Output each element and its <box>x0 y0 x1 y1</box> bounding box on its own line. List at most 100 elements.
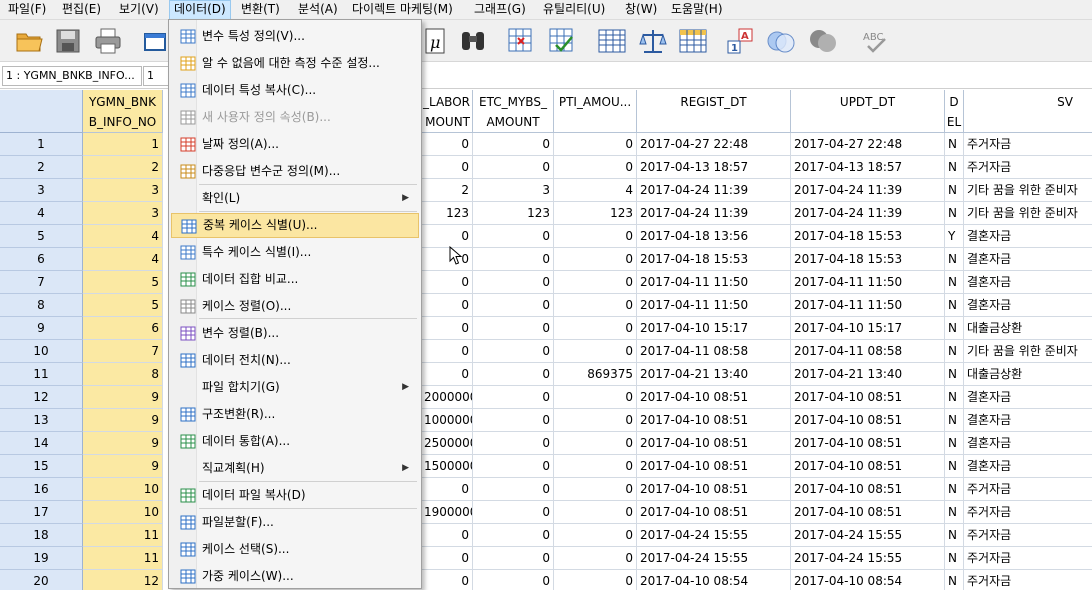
cell-del[interactable]: N <box>945 179 964 202</box>
cell-labor-amount[interactable]: 0 <box>421 294 473 317</box>
menu-item-14[interactable]: 파일 합치기(G) ▶ <box>171 375 419 400</box>
cell-updt-dt[interactable]: 2017-04-27 22:48 <box>791 133 945 156</box>
cell-labor-amount[interactable]: 2500000 <box>421 432 473 455</box>
cell-updt-dt[interactable]: 2017-04-10 08:51 <box>791 386 945 409</box>
cell-del[interactable]: Y <box>945 225 964 248</box>
cell-updt-dt[interactable]: 2017-04-24 11:39 <box>791 179 945 202</box>
cell-sv[interactable]: 대출금상환 <box>964 363 1092 386</box>
cell-regist-dt[interactable]: 2017-04-18 15:53 <box>637 248 791 271</box>
cell-sv[interactable]: 주거자금 <box>964 547 1092 570</box>
menu-item-6[interactable]: 다중응답 변수군 정의(M)... <box>171 159 419 184</box>
cell-etc-mybs-amount[interactable]: 0 <box>473 455 554 478</box>
cell-etc-mybs-amount[interactable]: 0 <box>473 386 554 409</box>
menu-item-17[interactable]: 직교계획(H) ▶ <box>171 456 419 481</box>
row-number[interactable]: 15 <box>0 455 83 478</box>
cell-regist-dt[interactable]: 2017-04-13 18:57 <box>637 156 791 179</box>
cell-ygmn-bnkb-info-no[interactable]: 9 <box>83 432 163 455</box>
cell-ygmn-bnkb-info-no[interactable]: 10 <box>83 501 163 524</box>
cell-del[interactable]: N <box>945 524 964 547</box>
cell-pti-amount[interactable]: 4 <box>554 179 637 202</box>
cell-regist-dt[interactable]: 2017-04-24 15:55 <box>637 524 791 547</box>
cell-ygmn-bnkb-info-no[interactable]: 11 <box>83 547 163 570</box>
cell-pti-amount[interactable]: 0 <box>554 547 637 570</box>
cell-labor-amount[interactable]: 0 <box>421 156 473 179</box>
column-header-del[interactable]: D EL <box>945 90 964 133</box>
menu-item-5[interactable]: 날짜 정의(A)... <box>171 132 419 157</box>
cell-updt-dt[interactable]: 2017-04-13 18:57 <box>791 156 945 179</box>
cell-labor-amount[interactable]: 1000000 <box>421 409 473 432</box>
menu-help[interactable]: 도움말(H) <box>667 0 727 20</box>
cell-ygmn-bnkb-info-no[interactable]: 5 <box>83 294 163 317</box>
column-header-pti-amount[interactable]: PTI_AMOU... <box>554 90 637 133</box>
menu-item-21[interactable]: 가중 케이스(W)... <box>171 564 419 589</box>
menu-item-3[interactable]: 데이터 특성 복사(C)... <box>171 78 419 103</box>
cell-ygmn-bnkb-info-no[interactable]: 9 <box>83 386 163 409</box>
menu-analyze[interactable]: 분석(A) <box>294 0 342 20</box>
column-header-updt-dt[interactable]: UPDT_DT <box>791 90 945 133</box>
menu-item-15[interactable]: 구조변환(R)... <box>171 402 419 427</box>
cell-updt-dt[interactable]: 2017-04-24 11:39 <box>791 202 945 225</box>
cell-del[interactable]: N <box>945 248 964 271</box>
cell-pti-amount[interactable]: 0 <box>554 478 637 501</box>
column-header-ygmn-bnkb-info-no[interactable]: YGMN_BNK B_INFO_NO <box>83 90 163 133</box>
cell-regist-dt[interactable]: 2017-04-10 08:51 <box>637 478 791 501</box>
cell-pti-amount[interactable]: 0 <box>554 501 637 524</box>
cell-del[interactable]: N <box>945 133 964 156</box>
cell-regist-dt[interactable]: 2017-04-11 11:50 <box>637 271 791 294</box>
cell-regist-dt[interactable]: 2017-04-24 15:55 <box>637 547 791 570</box>
row-number[interactable]: 9 <box>0 317 83 340</box>
cell-labor-amount[interactable]: 0 <box>421 340 473 363</box>
cell-regist-dt[interactable]: 2017-04-10 08:51 <box>637 409 791 432</box>
cell-etc-mybs-amount[interactable]: 0 <box>473 294 554 317</box>
cell-name-box[interactable]: 1 : YGMN_BNKB_INFO... <box>2 66 142 86</box>
dialog-recall-icon[interactable] <box>140 26 170 56</box>
cell-labor-amount[interactable]: 2000000 <box>421 386 473 409</box>
cell-etc-mybs-amount[interactable]: 0 <box>473 547 554 570</box>
cell-ygmn-bnkb-info-no[interactable]: 11 <box>83 524 163 547</box>
menu-file[interactable]: 파일(F) <box>4 0 50 20</box>
cell-sv[interactable]: 기타 꿈을 위한 준비자 <box>964 179 1092 202</box>
cell-regist-dt[interactable]: 2017-04-24 11:39 <box>637 179 791 202</box>
cell-updt-dt[interactable]: 2017-04-24 15:55 <box>791 524 945 547</box>
cell-regist-dt[interactable]: 2017-04-21 13:40 <box>637 363 791 386</box>
menu-item-2[interactable]: 알 수 없음에 대한 측정 수준 설정... <box>171 51 419 76</box>
cell-pti-amount[interactable]: 0 <box>554 455 637 478</box>
menu-view[interactable]: 보기(V) <box>115 0 163 20</box>
cell-del[interactable]: N <box>945 432 964 455</box>
select-cases-icon[interactable] <box>678 26 708 56</box>
cell-sv[interactable]: 결혼자금 <box>964 455 1092 478</box>
cell-regist-dt[interactable]: 2017-04-11 11:50 <box>637 294 791 317</box>
row-number[interactable]: 8 <box>0 294 83 317</box>
cell-sv[interactable]: 결혼자금 <box>964 248 1092 271</box>
column-header-regist-dt[interactable]: REGIST_DT <box>637 90 791 133</box>
cell-del[interactable]: N <box>945 156 964 179</box>
row-number[interactable]: 20 <box>0 570 83 590</box>
row-number[interactable]: 12 <box>0 386 83 409</box>
cell-labor-amount[interactable]: 0 <box>421 363 473 386</box>
cell-sv[interactable]: 결혼자금 <box>964 271 1092 294</box>
cell-updt-dt[interactable]: 2017-04-10 08:51 <box>791 455 945 478</box>
cell-labor-amount[interactable]: 1500000 <box>421 455 473 478</box>
cell-regist-dt[interactable]: 2017-04-11 08:58 <box>637 340 791 363</box>
cell-regist-dt[interactable]: 2017-04-10 08:51 <box>637 432 791 455</box>
cell-pti-amount[interactable]: 0 <box>554 570 637 590</box>
cell-pti-amount[interactable]: 0 <box>554 340 637 363</box>
menu-item-18[interactable]: 데이터 파일 복사(D) <box>171 483 419 508</box>
menu-item-20[interactable]: 케이스 선택(S)... <box>171 537 419 562</box>
cell-ygmn-bnkb-info-no[interactable]: 3 <box>83 202 163 225</box>
cell-updt-dt[interactable]: 2017-04-24 15:55 <box>791 547 945 570</box>
menu-item-1[interactable]: 변수 특성 정의(V)... <box>171 24 419 49</box>
cell-pti-amount[interactable]: 123 <box>554 202 637 225</box>
grid-corner[interactable] <box>0 90 83 133</box>
cell-del[interactable]: N <box>945 570 964 590</box>
row-number[interactable]: 19 <box>0 547 83 570</box>
cell-del[interactable]: N <box>945 478 964 501</box>
cell-del[interactable]: N <box>945 547 964 570</box>
show-all-icon[interactable] <box>808 26 838 56</box>
cell-ygmn-bnkb-info-no[interactable]: 12 <box>83 570 163 590</box>
find-binoculars-icon[interactable] <box>458 26 488 56</box>
cell-regist-dt[interactable]: 2017-04-10 08:51 <box>637 386 791 409</box>
insert-cases-icon[interactable] <box>506 26 536 56</box>
menu-item-13[interactable]: 데이터 전치(N)... <box>171 348 419 373</box>
row-number[interactable]: 14 <box>0 432 83 455</box>
